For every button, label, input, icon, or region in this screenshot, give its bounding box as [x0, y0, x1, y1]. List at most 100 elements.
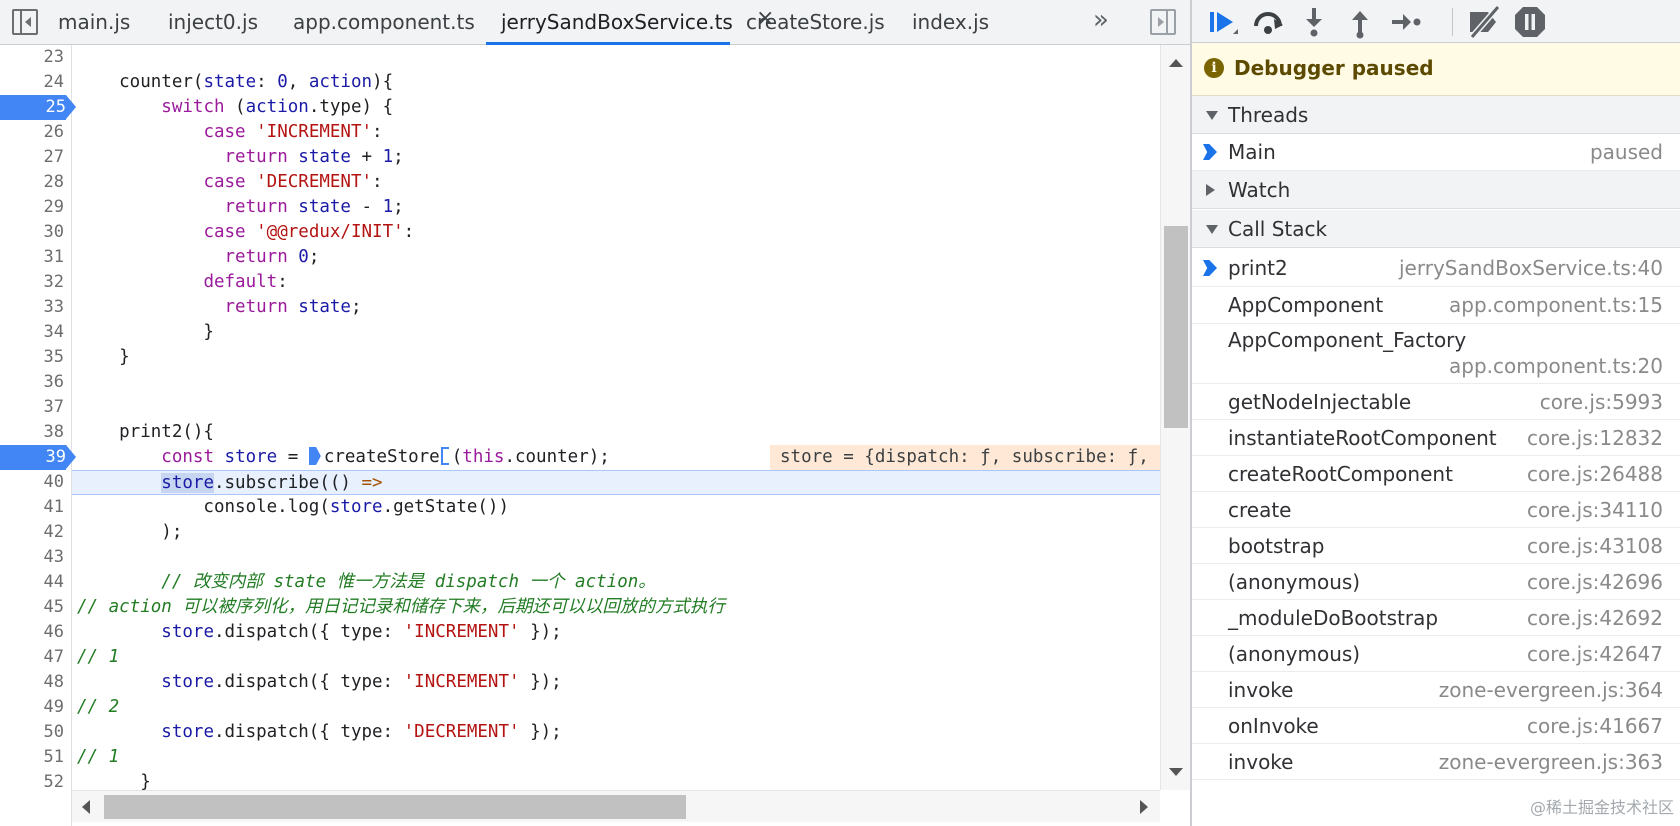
line-number[interactable]: 24	[0, 70, 64, 95]
line-number[interactable]: 27	[0, 145, 64, 170]
line-number-gutter[interactable]: 23 24 25 26 27 28 29 30 31 32 33 34 35 36 37 38 39 40 41 42…	[0, 45, 76, 790]
call-frame[interactable]: invoke zone-evergreen.js:364	[1192, 672, 1680, 708]
code-line: // 2	[77, 697, 120, 717]
watch-section-header[interactable]: Watch	[1192, 171, 1680, 209]
code-line: }	[77, 772, 151, 790]
frame-location[interactable]: core.js:42692	[1527, 600, 1663, 636]
line-number[interactable]: 35	[0, 345, 64, 370]
breakpoint-line-number[interactable]: 25	[0, 95, 76, 120]
line-number[interactable]: 42	[0, 520, 64, 545]
line-number[interactable]: 43	[0, 545, 64, 570]
frame-location[interactable]: zone-evergreen.js:364	[1439, 672, 1663, 708]
frame-location[interactable]: jerrySandBoxService.ts:40	[1399, 249, 1663, 287]
call-frame[interactable]: print2 jerrySandBoxService.ts:40	[1192, 249, 1680, 287]
frame-location[interactable]: core.js:43108	[1527, 528, 1663, 564]
frame-name: getNodeInjectable	[1228, 390, 1412, 414]
breakpoint-line-number[interactable]: 39	[0, 445, 76, 470]
frame-location[interactable]: core.js:42647	[1527, 636, 1663, 672]
code-line: console.log(store.getState())	[77, 497, 509, 517]
toggle-navigator-icon[interactable]	[12, 9, 38, 35]
line-number[interactable]: 46	[0, 620, 64, 645]
line-number[interactable]: 33	[0, 295, 64, 320]
call-frame[interactable]: createRootComponent core.js:26488	[1192, 456, 1680, 492]
frame-location[interactable]: core.js:26488	[1527, 456, 1663, 492]
frame-location[interactable]: core.js:42696	[1527, 564, 1663, 600]
line-number[interactable]: 40	[0, 470, 64, 495]
resume-icon[interactable]	[1204, 4, 1240, 40]
inline-breakpoint-marker[interactable]	[308, 447, 321, 465]
call-frame[interactable]: invoke zone-evergreen.js:363	[1192, 744, 1680, 780]
step-into-icon[interactable]	[1296, 4, 1332, 40]
frame-name: AppComponent_Factory	[1228, 328, 1467, 352]
line-number[interactable]: 41	[0, 495, 64, 520]
line-number[interactable]: 45	[0, 595, 64, 620]
scroll-left-icon[interactable]	[82, 800, 90, 814]
call-stack-section-header[interactable]: Call Stack	[1192, 210, 1680, 248]
code-editor[interactable]: 23 24 25 26 27 28 29 30 31 32 33 34 35 36 37 38 39 40 41 42…	[0, 45, 1160, 790]
step-icon[interactable]	[1388, 4, 1424, 40]
step-over-icon[interactable]	[1250, 4, 1286, 40]
call-frame[interactable]: AppComponent_Factory app.component.ts:20	[1192, 324, 1680, 384]
tab-inject0-js[interactable]: inject0.js	[168, 0, 258, 45]
line-number[interactable]: 48	[0, 670, 64, 695]
tab-createstore-js[interactable]: createStore.js	[746, 0, 885, 45]
code-line: store.dispatch({ type: 'INCREMENT' });	[161, 622, 562, 642]
line-number[interactable]: 29	[0, 195, 64, 220]
frame-name: bootstrap	[1228, 534, 1325, 558]
inline-breakpoint-marker[interactable]	[440, 447, 449, 465]
scroll-right-icon[interactable]	[1140, 800, 1148, 814]
tab-index-js[interactable]: index.js	[912, 0, 989, 45]
scrollbar-thumb[interactable]	[104, 795, 686, 819]
line-number[interactable]: 26	[0, 120, 64, 145]
vertical-scrollbar[interactable]	[1160, 45, 1190, 790]
line-number[interactable]: 32	[0, 270, 64, 295]
toggle-debugger-icon[interactable]	[1150, 9, 1176, 35]
call-frame[interactable]: onInvoke core.js:41667	[1192, 708, 1680, 744]
frame-location[interactable]: core.js:34110	[1527, 492, 1663, 528]
line-number[interactable]: 52	[0, 770, 64, 790]
frame-location[interactable]: zone-evergreen.js:363	[1439, 744, 1663, 780]
code-line: store.dispatch({ type: 'INCREMENT' });	[161, 672, 562, 692]
line-number[interactable]: 38	[0, 420, 64, 445]
call-frame[interactable]: create core.js:34110	[1192, 492, 1680, 528]
pause-on-exceptions-icon[interactable]	[1512, 4, 1548, 40]
code-line: );	[77, 522, 183, 542]
call-frame[interactable]: instantiateRootComponent core.js:12832	[1192, 420, 1680, 456]
code-line: print2(){	[77, 422, 214, 442]
line-number[interactable]: 30	[0, 220, 64, 245]
threads-section-header[interactable]: Threads	[1192, 96, 1680, 134]
horizontal-scrollbar[interactable]	[72, 790, 1160, 822]
line-number[interactable]: 47	[0, 645, 64, 670]
scroll-up-icon[interactable]	[1169, 59, 1183, 67]
frame-location[interactable]: core.js:41667	[1527, 708, 1663, 744]
thread-item-main[interactable]: Main paused	[1192, 134, 1680, 171]
line-number[interactable]: 31	[0, 245, 64, 270]
line-number[interactable]: 23	[0, 45, 64, 70]
line-number[interactable]: 44	[0, 570, 64, 595]
line-number[interactable]: 51	[0, 745, 64, 770]
line-number[interactable]: 37	[0, 395, 64, 420]
line-number[interactable]: 28	[0, 170, 64, 195]
line-number[interactable]: 34	[0, 320, 64, 345]
deactivate-breakpoints-icon[interactable]	[1466, 4, 1502, 40]
frame-location[interactable]: core.js:5993	[1540, 384, 1663, 420]
frame-location[interactable]: app.component.ts:20	[1449, 354, 1663, 378]
call-frame[interactable]: _moduleDoBootstrap core.js:42692	[1192, 600, 1680, 636]
line-number[interactable]: 50	[0, 720, 64, 745]
frame-location[interactable]: app.component.ts:15	[1449, 287, 1663, 323]
call-frame[interactable]: (anonymous) core.js:42647	[1192, 636, 1680, 672]
step-out-icon[interactable]	[1342, 4, 1378, 40]
scroll-down-icon[interactable]	[1169, 768, 1183, 776]
tab-jerrysandboxservice-ts[interactable]: jerrySandBoxService.ts	[486, 0, 733, 45]
more-tabs-icon[interactable]: »	[1093, 0, 1109, 40]
scrollbar-thumb[interactable]	[1164, 226, 1188, 428]
call-frame[interactable]: getNodeInjectable core.js:5993	[1192, 384, 1680, 420]
frame-location[interactable]: core.js:12832	[1527, 420, 1663, 456]
line-number[interactable]: 36	[0, 370, 64, 395]
call-frame[interactable]: AppComponent app.component.ts:15	[1192, 287, 1680, 324]
tab-app-component-ts[interactable]: app.component.ts	[293, 0, 475, 45]
call-frame[interactable]: (anonymous) core.js:42696	[1192, 564, 1680, 600]
tab-main-js[interactable]: main.js	[58, 0, 130, 45]
line-number[interactable]: 49	[0, 695, 64, 720]
call-frame[interactable]: bootstrap core.js:43108	[1192, 528, 1680, 564]
